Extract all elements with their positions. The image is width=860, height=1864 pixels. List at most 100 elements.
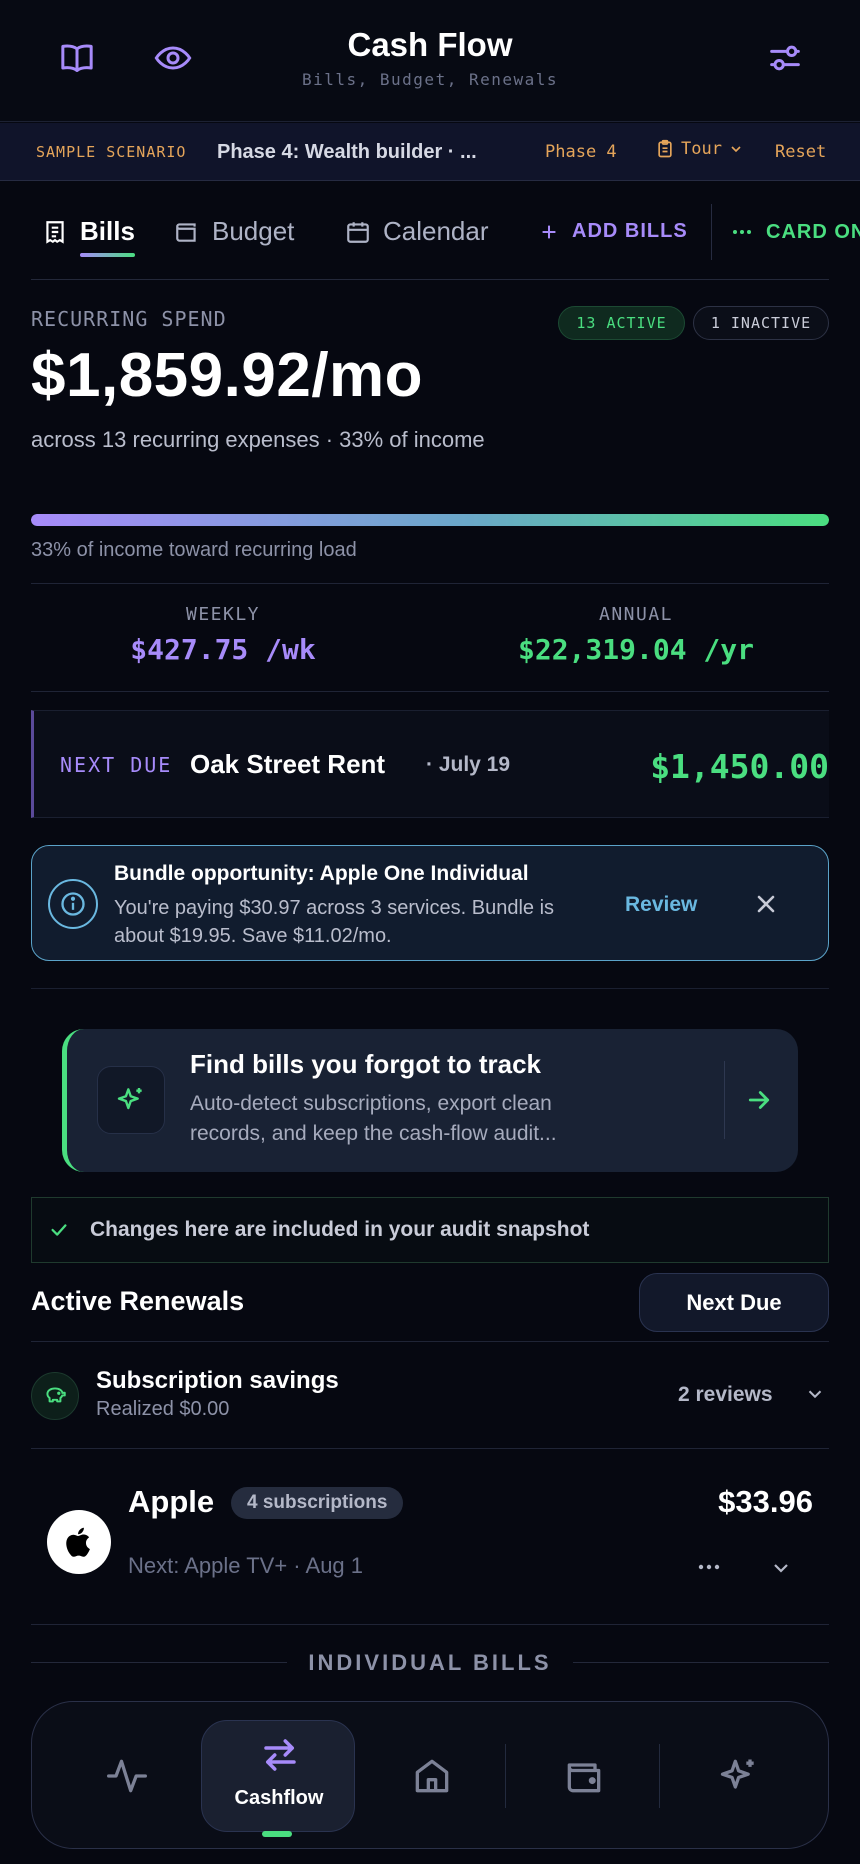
receipt-icon (46, 220, 64, 244)
annual-value: $22,319.04 /yr (517, 633, 754, 666)
divider (573, 1662, 829, 1663)
divider (31, 1448, 829, 1449)
subscription-count-badge: 4 subscriptions (231, 1487, 404, 1519)
card-on-label: CARD ON (766, 220, 860, 243)
divider (31, 988, 829, 989)
apple-logo-icon (47, 1510, 111, 1574)
find-bills-title: Find bills you forgot to track (190, 1049, 541, 1079)
bundle-opportunity-card: Bundle opportunity: Apple One Individual… (31, 845, 829, 961)
tab-calendar[interactable]: Calendar (345, 216, 489, 247)
wallet-icon (567, 1763, 601, 1793)
wallet-icon (176, 222, 196, 242)
more-icon[interactable] (692, 1555, 726, 1579)
monthly-total: $1,859.92/mo (31, 341, 424, 410)
recurring-spend-label: RECURRING SPEND (31, 307, 227, 331)
income-load-bar (31, 514, 829, 526)
audit-snapshot-note: Changes here are included in your audit … (31, 1197, 829, 1263)
divider (505, 1744, 506, 1808)
bundle-review-button[interactable]: Review (625, 893, 697, 917)
tab-bills-label: Bills (80, 216, 135, 246)
arrow-right-icon[interactable] (744, 1085, 774, 1115)
close-icon[interactable] (752, 890, 780, 918)
tab-calendar-label: Calendar (383, 216, 489, 246)
renewal-next-text: Next: Apple TV+ · Aug 1 (128, 1553, 364, 1578)
phase-badge[interactable]: Phase 4 (545, 142, 617, 162)
weekly-stat: WEEKLY $427.75 /wk (23, 604, 423, 666)
scenario-tag: SAMPLE SCENARIO (36, 143, 187, 161)
home-icon (415, 1759, 449, 1793)
tab-divider (711, 204, 712, 260)
nav-wallet[interactable] (524, 1702, 644, 1850)
renewal-group-amount: $33.96 (718, 1484, 813, 1519)
annual-stat: ANNUAL $22,319.04 /yr (436, 604, 836, 666)
income-load-caption: 33% of income toward recurring load (31, 539, 357, 561)
next-due-label: NEXT DUE (60, 753, 173, 777)
individual-bills-heading: INDIVIDUAL BILLS (308, 1650, 552, 1675)
subscription-savings-title[interactable]: Subscription savings (96, 1367, 339, 1395)
nav-cashflow[interactable]: Cashflow (201, 1720, 355, 1832)
tab-bar: Bills Budget Calendar ADD BILLS CARD ON (0, 182, 860, 280)
sparkles-icon (720, 1759, 754, 1789)
divider (31, 1341, 829, 1342)
page-subtitle: Bills, Budget, Renewals (301, 70, 559, 89)
divider (31, 691, 829, 692)
next-due-amount: $1,450.00 (650, 747, 829, 786)
savings-reviews-count[interactable]: 2 reviews (678, 1383, 773, 1407)
sort-next-due-button[interactable]: Next Due (639, 1273, 829, 1332)
find-bills-card[interactable]: Find bills you forgot to track Auto-dete… (62, 1029, 798, 1172)
info-icon (48, 879, 98, 929)
sliders-icon[interactable] (765, 38, 805, 78)
plus-icon (542, 225, 556, 238)
recurring-description: across 13 recurring expenses · 33% of in… (31, 427, 485, 452)
piggy-bank-icon (31, 1372, 79, 1420)
next-due-date: · July 19 (426, 753, 511, 776)
nav-cashflow-label: Cashflow (234, 1787, 324, 1809)
active-renewals-title: Active Renewals (31, 1286, 245, 1316)
inactive-count-badge[interactable]: 1 INACTIVE (693, 306, 829, 340)
divider (31, 1662, 287, 1663)
active-tab-indicator (80, 253, 135, 257)
app-header: Cash Flow Bills, Budget, Renewals (0, 0, 860, 122)
tour-label: Tour (681, 139, 722, 159)
divider (31, 1624, 829, 1625)
renewal-group-name[interactable]: Apple (128, 1484, 214, 1520)
annual-label: ANNUAL (598, 604, 674, 625)
subscription-savings-realized: Realized $0.00 (96, 1398, 230, 1420)
add-bills-button[interactable]: ADD BILLS (538, 220, 688, 243)
chevron-down-icon[interactable] (804, 1383, 826, 1405)
active-nav-indicator (262, 1831, 292, 1837)
reset-button[interactable]: Reset (775, 142, 826, 162)
chevron-down-icon (731, 146, 741, 153)
card-on-button[interactable]: CARD ON (730, 220, 860, 244)
more-icon (733, 230, 751, 234)
scenario-bar: SAMPLE SCENARIO Phase 4: Wealth builder … (0, 123, 860, 181)
nav-activity[interactable] (67, 1702, 187, 1850)
audit-note-text: Changes here are included in your audit … (90, 1218, 590, 1241)
tab-bills[interactable]: Bills (42, 216, 135, 257)
weekly-value: $427.75 /wk (130, 633, 316, 666)
check-icon (48, 1219, 70, 1241)
tour-button[interactable]: Tour (655, 139, 744, 159)
page-title: Cash Flow (347, 26, 513, 63)
scenario-name[interactable]: Phase 4: Wealth builder · ... (217, 141, 527, 164)
add-bills-label: ADD BILLS (572, 220, 688, 242)
bundle-title: Bundle opportunity: Apple One Individual (114, 862, 529, 885)
activity-icon (107, 1759, 147, 1793)
active-count-badge[interactable]: 13 ACTIVE (558, 306, 685, 340)
cashflow-icon (259, 1734, 301, 1776)
next-due-card[interactable]: NEXT DUE Oak Street Rent · July 19 $1,45… (31, 710, 829, 818)
income-load-fill (31, 514, 829, 526)
weekly-label: WEEKLY (185, 604, 261, 625)
divider (659, 1744, 660, 1808)
divider (31, 583, 829, 584)
nav-insights[interactable] (679, 1702, 799, 1850)
tab-budget[interactable]: Budget (174, 216, 294, 247)
calendar-icon (347, 221, 369, 243)
bottom-navigation: Cashflow (31, 1701, 829, 1849)
tab-budget-label: Budget (212, 216, 295, 246)
sparkles-icon (97, 1066, 165, 1134)
divider (724, 1061, 725, 1139)
nav-home[interactable] (372, 1702, 492, 1850)
chevron-down-icon[interactable] (769, 1556, 793, 1580)
clipboard-icon (658, 139, 672, 158)
